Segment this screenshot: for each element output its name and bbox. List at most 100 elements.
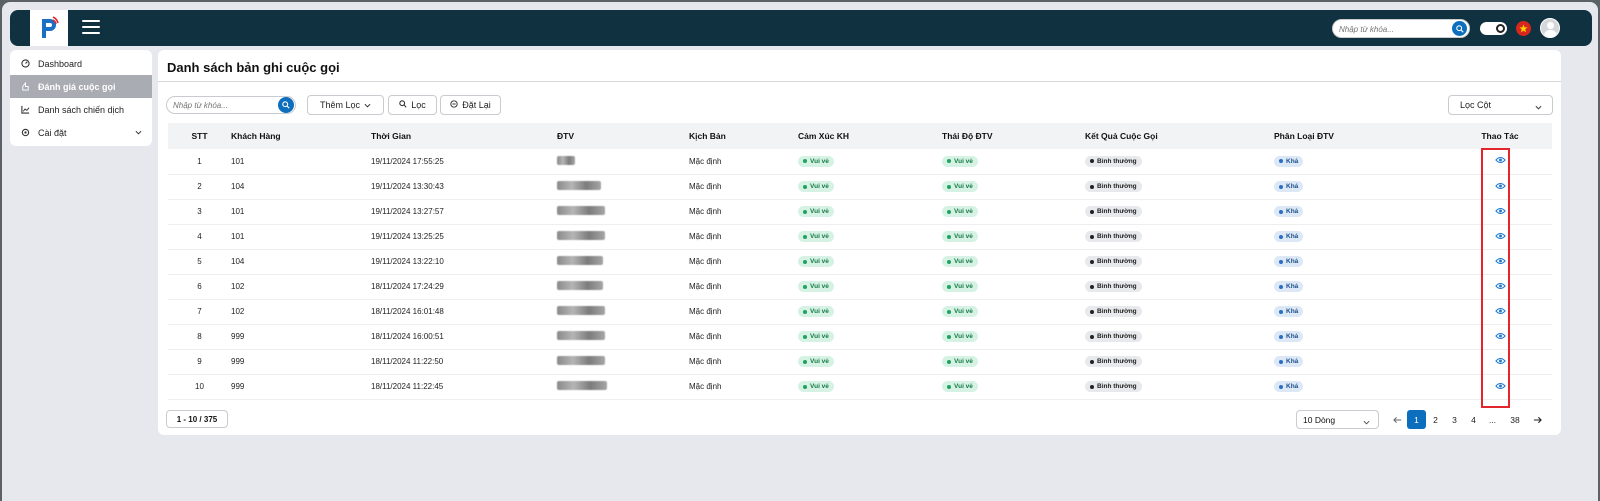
- eye-icon[interactable]: [1494, 207, 1506, 217]
- status-badge-label: Khá: [1286, 233, 1299, 240]
- cell-category: Khá: [1274, 299, 1448, 324]
- table-row[interactable]: 2 104 19/11/2024 13:30:43 Mặc định Vui vẻ Vui…: [168, 174, 1552, 199]
- cell-attitude: Vui vẻ: [942, 224, 1085, 249]
- eye-icon[interactable]: [1494, 156, 1506, 166]
- status-badge: Khá: [1274, 231, 1304, 242]
- table-row[interactable]: 7 102 18/11/2024 16:01:48 Mặc định Vui vẻ Vui…: [168, 299, 1552, 324]
- status-badge-label: Bình thường: [1097, 383, 1137, 390]
- status-badge: Bình thường: [1085, 306, 1142, 317]
- status-badge-label: Vui vẻ: [810, 183, 829, 190]
- table-row[interactable]: 4 101 19/11/2024 13:25:25 Mặc định Vui vẻ Vui…: [168, 224, 1552, 249]
- eye-icon[interactable]: [1494, 182, 1506, 192]
- eye-icon[interactable]: [1494, 357, 1506, 367]
- status-badge: Vui vẻ: [798, 331, 834, 342]
- status-badge: Vui vẻ: [798, 256, 834, 267]
- page-button[interactable]: 4: [1464, 410, 1483, 429]
- page-button[interactable]: 1: [1407, 410, 1426, 429]
- flag-vn-icon[interactable]: [1516, 21, 1531, 36]
- redacted-agent-name: [557, 331, 605, 340]
- column-header[interactable]: Khách Hàng: [231, 123, 371, 149]
- status-badge: Khá: [1274, 356, 1304, 367]
- status-badge-label: Vui vẻ: [954, 183, 973, 190]
- search-icon[interactable]: [1452, 21, 1467, 36]
- status-badge: Vui vẻ: [798, 181, 834, 192]
- review-icon: [20, 82, 30, 92]
- status-badge-label: Bình thường: [1097, 183, 1137, 190]
- table-row[interactable]: 9 999 18/11/2024 11:22:50 Mặc định Vui vẻ Vui…: [168, 349, 1552, 374]
- table-row[interactable]: 5 104 19/11/2024 13:22:10 Mặc định Vui vẻ Vui…: [168, 249, 1552, 274]
- sidebar-item-dashboard[interactable]: Dashboard: [10, 52, 152, 75]
- rows-per-page-select[interactable]: 10 Dòng: [1296, 410, 1379, 429]
- call-records-table: STT Khách Hàng Thời Gian ĐTV Kịch Bản Cả…: [168, 123, 1552, 400]
- filter-button[interactable]: Lọc: [388, 95, 437, 115]
- cell-agent: [557, 224, 689, 249]
- cell-attitude: Vui vẻ: [942, 149, 1085, 174]
- cell-emotion: Vui vẻ: [798, 324, 942, 349]
- cell-emotion: Vui vẻ: [798, 299, 942, 324]
- record-count: 1 - 10 / 375: [166, 410, 228, 428]
- table-row[interactable]: 3 101 19/11/2024 13:27:57 Mặc định Vui vẻ Vui…: [168, 199, 1552, 224]
- status-badge-label: Vui vẻ: [810, 208, 829, 215]
- reset-button[interactable]: Đặt Lại: [440, 95, 501, 115]
- search-icon[interactable]: [278, 97, 294, 113]
- status-badge-label: Vui vẻ: [954, 308, 973, 315]
- arrow-left-icon[interactable]: [1388, 410, 1407, 429]
- cell-category: Khá: [1274, 174, 1448, 199]
- theme-toggle-icon[interactable]: [1480, 22, 1507, 35]
- redacted-agent-name: [557, 155, 575, 165]
- arrow-right-icon[interactable]: [1528, 410, 1547, 429]
- column-header[interactable]: Thời Gian: [371, 123, 557, 149]
- divider: [158, 81, 1561, 82]
- sidebar-item-label: Dashboard: [38, 58, 83, 69]
- redacted-agent-name: [557, 256, 603, 265]
- add-filter-button[interactable]: Thêm Lọc: [307, 95, 384, 115]
- table-row[interactable]: 6 102 18/11/2024 17:24:29 Mặc định Vui vẻ Vui…: [168, 274, 1552, 299]
- eye-icon[interactable]: [1494, 257, 1506, 267]
- cell-customer: 102: [231, 307, 245, 316]
- sidebar-item-settings[interactable]: Cài đặt: [10, 121, 152, 144]
- top-search-input[interactable]: [1339, 22, 1443, 36]
- sidebar-item-call-review[interactable]: Đánh giá cuộc gọi: [10, 75, 152, 98]
- column-header[interactable]: ĐTV: [557, 123, 689, 149]
- logo-icon[interactable]: [30, 10, 68, 46]
- redacted-agent-name: [557, 356, 605, 365]
- status-badge-label: Khá: [1286, 183, 1299, 190]
- column-filter-select[interactable]: Lọc Cột: [1448, 95, 1553, 115]
- status-badge: Khá: [1274, 181, 1304, 192]
- column-header[interactable]: Kịch Bản: [689, 123, 798, 149]
- column-header[interactable]: STT: [168, 123, 231, 149]
- eye-icon[interactable]: [1494, 282, 1506, 292]
- page-button[interactable]: 3: [1445, 410, 1464, 429]
- avatar-icon[interactable]: [1540, 18, 1560, 38]
- table-row[interactable]: 1 101 19/11/2024 17:55:25 Mặc định Vui vẻ Vui…: [168, 149, 1552, 174]
- column-header[interactable]: Kết Quả Cuộc Gọi: [1085, 123, 1274, 149]
- redacted-agent-name: [557, 381, 607, 390]
- status-badge-label: Bình thường: [1097, 308, 1137, 315]
- page-button[interactable]: 38: [1502, 410, 1528, 429]
- cell-result: Bình thường: [1085, 349, 1274, 374]
- menu-icon[interactable]: [82, 20, 100, 36]
- table-row[interactable]: 10 999 18/11/2024 11:22:45 Mặc định Vui vẻ Vu…: [168, 374, 1552, 399]
- status-badge-label: Vui vẻ: [810, 308, 829, 315]
- column-header[interactable]: Cảm Xúc KH: [798, 123, 942, 149]
- cell-result: Bình thường: [1085, 174, 1274, 199]
- page-button[interactable]: 2: [1426, 410, 1445, 429]
- cell-actions: [1448, 299, 1552, 324]
- eye-icon[interactable]: [1494, 307, 1506, 317]
- status-badge-label: Vui vẻ: [954, 333, 973, 340]
- eye-icon[interactable]: [1494, 332, 1506, 342]
- status-badge: Vui vẻ: [942, 331, 978, 342]
- keyword-search-input[interactable]: [173, 99, 273, 112]
- eye-icon[interactable]: [1494, 382, 1506, 392]
- column-header[interactable]: Thái Độ ĐTV: [942, 123, 1085, 149]
- column-header[interactable]: Phân Loại ĐTV: [1274, 123, 1448, 149]
- search-icon: [399, 100, 407, 110]
- cell-time: 19/11/2024 13:25:25: [371, 232, 444, 241]
- sidebar-item-campaigns[interactable]: Danh sách chiến dịch: [10, 98, 152, 121]
- cell-result: Bình thường: [1085, 249, 1274, 274]
- table-row[interactable]: 8 999 18/11/2024 16:00:51 Mặc định Vui vẻ Vui…: [168, 324, 1552, 349]
- cell-result: Bình thường: [1085, 299, 1274, 324]
- status-badge-label: Vui vẻ: [954, 258, 973, 265]
- cell-customer: 999: [231, 357, 245, 366]
- eye-icon[interactable]: [1494, 232, 1506, 242]
